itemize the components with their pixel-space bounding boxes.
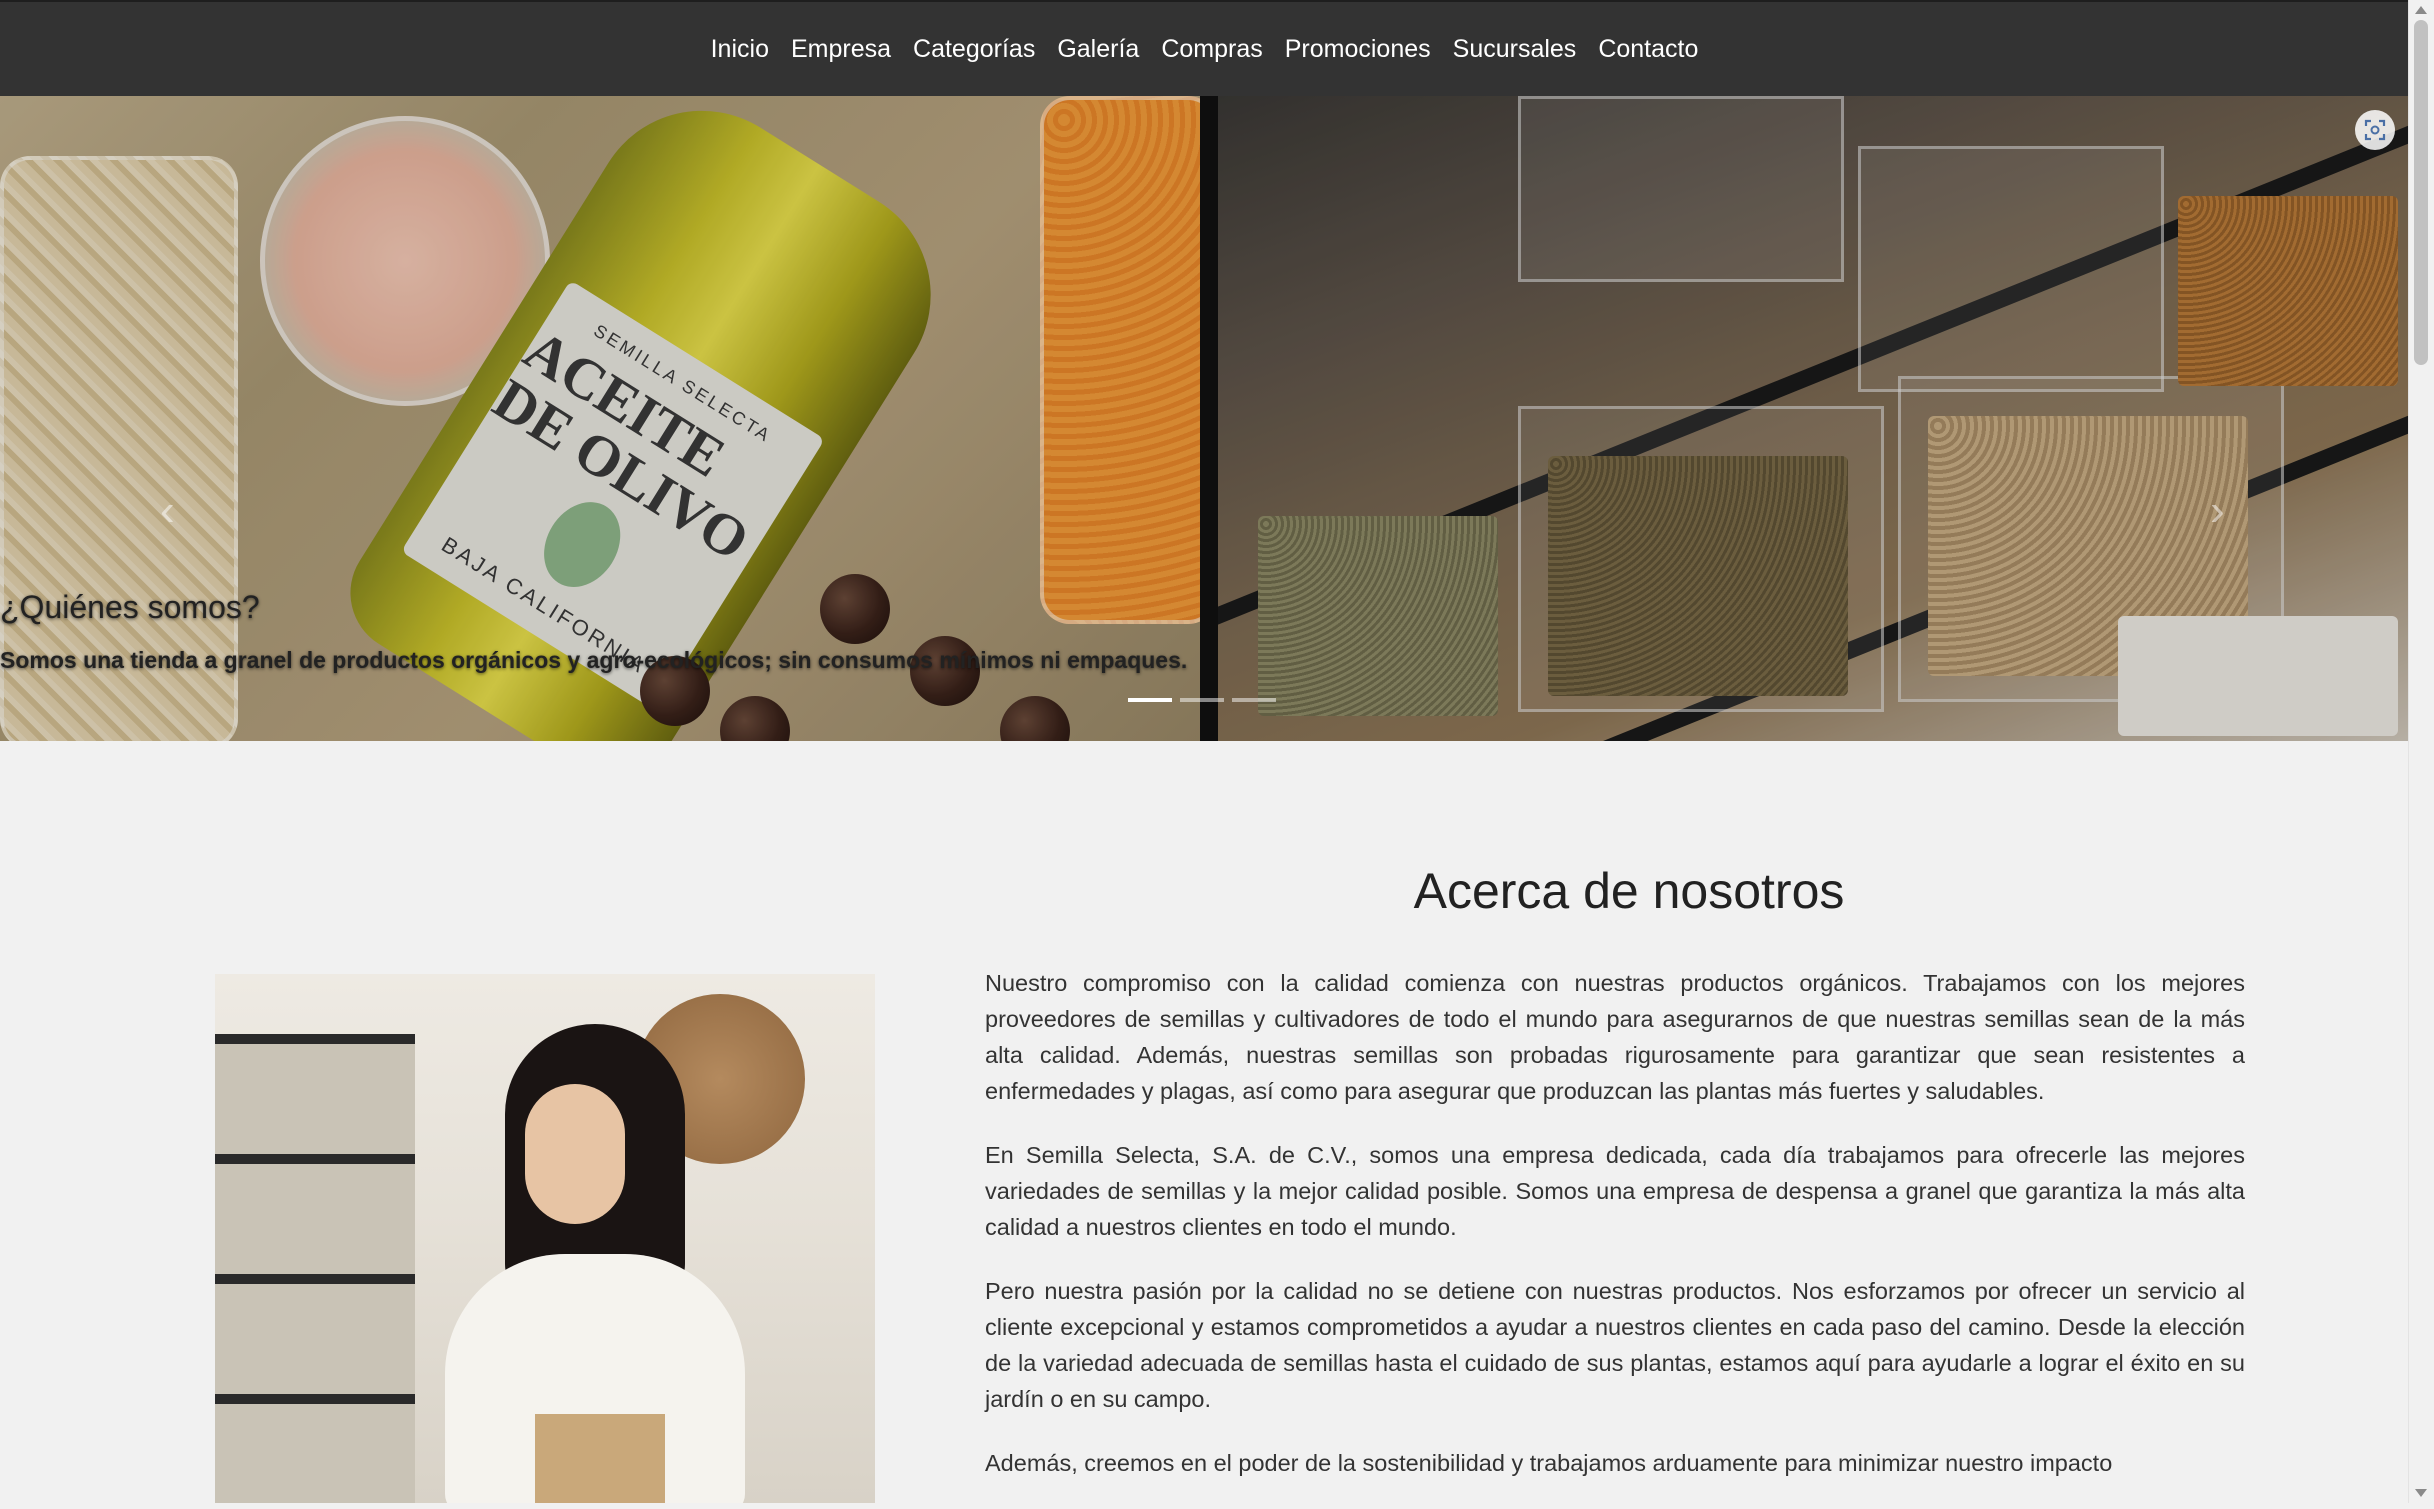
store-shelf: [215, 1034, 415, 1503]
customer-figure: [445, 1024, 765, 1503]
scrollbar-thumb[interactable]: [2414, 20, 2428, 365]
nav-contacto[interactable]: Contacto: [1587, 2, 1709, 96]
carousel-indicator[interactable]: [1232, 698, 1276, 702]
carousel-caption-title: ¿Quiénes somos?: [0, 589, 260, 625]
nav-empresa[interactable]: Empresa: [780, 2, 902, 96]
carousel-indicator[interactable]: [1128, 698, 1172, 702]
nav-categorias[interactable]: Categorías: [902, 2, 1046, 96]
carousel-next-icon[interactable]: ›: [2210, 486, 2250, 546]
about-paragraph: Además, creemos en el poder de la sosten…: [985, 1450, 2113, 1476]
scroll-up-icon[interactable]: [2415, 6, 2427, 14]
face: [525, 1084, 625, 1224]
paper-bag: [535, 1414, 665, 1503]
about-title: Acerca de nosotros: [1413, 863, 1845, 919]
nav-compras[interactable]: Compras: [1150, 2, 1273, 96]
main-nav: Inicio Empresa Categorías Galería Compra…: [0, 2, 2409, 96]
carousel-indicator[interactable]: [1180, 698, 1224, 702]
hero-carousel[interactable]: SEMILLA SELECTA ACEITE DE OLIVO BAJA CAL…: [0, 96, 2409, 741]
scroll-down-icon[interactable]: [2415, 1489, 2427, 1497]
page-scrollbar[interactable]: [2408, 0, 2434, 1503]
about-paragraph: Pero nuestra pasión por la calidad no se…: [985, 1278, 2245, 1412]
nav-promociones[interactable]: Promociones: [1274, 2, 1442, 96]
nav-inicio[interactable]: Inicio: [700, 2, 780, 96]
carousel-prev-icon[interactable]: ‹: [160, 486, 200, 546]
about-photo: [215, 974, 875, 1503]
nav-galeria[interactable]: Galería: [1046, 2, 1150, 96]
lens-icon[interactable]: [2355, 110, 2395, 150]
nav-sucursales[interactable]: Sucursales: [1442, 2, 1588, 96]
carousel-caption-text: Somos una tienda a granel de productos o…: [0, 647, 1188, 673]
about-paragraph: En Semilla Selecta, S.A. de C.V., somos …: [985, 1142, 2245, 1240]
about-text: Nuestro compromiso con la calidad comien…: [985, 965, 2245, 1509]
top-navbar: Inicio Empresa Categorías Galería Compra…: [0, 0, 2409, 96]
hero-overlay: [0, 96, 2409, 741]
about-paragraph: Nuestro compromiso con la calidad comien…: [985, 970, 2245, 1104]
carousel-indicators: [1128, 698, 1276, 702]
